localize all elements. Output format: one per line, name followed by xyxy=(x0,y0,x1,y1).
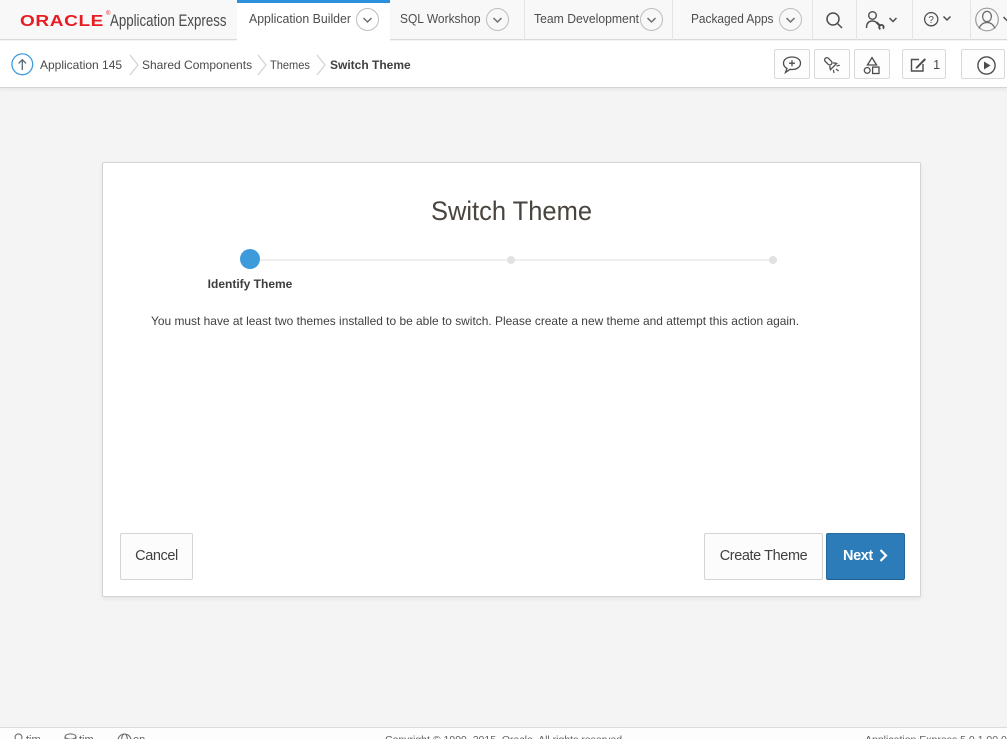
svg-text:?: ? xyxy=(928,15,934,26)
